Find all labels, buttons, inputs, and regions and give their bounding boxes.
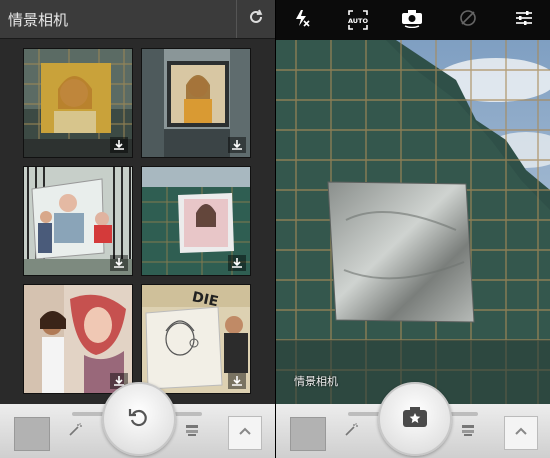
last-photo-thumbnail[interactable] <box>14 417 50 451</box>
undo-icon <box>127 405 151 433</box>
flash-off-icon <box>292 8 312 32</box>
expand-button[interactable] <box>504 416 538 450</box>
rotate-button[interactable] <box>456 8 480 32</box>
template-tile-2[interactable] <box>141 48 251 158</box>
download-button[interactable] <box>228 255 246 271</box>
layers-icon <box>185 422 199 441</box>
settings-button[interactable] <box>512 8 536 32</box>
template-tile-5[interactable] <box>23 284 133 394</box>
template-grid: DIE <box>0 39 275 410</box>
template-tile-3[interactable] <box>23 166 133 276</box>
camera-toolbar: AUTO <box>276 0 550 40</box>
rotate-disabled-icon <box>458 8 478 32</box>
header-bar: 情景相机 <box>0 0 275 39</box>
auto-focus-icon: AUTO <box>348 10 369 30</box>
shutter-button[interactable] <box>378 382 452 456</box>
template-tile-1[interactable] <box>23 48 133 158</box>
camera-switch-icon <box>401 8 423 32</box>
download-button[interactable] <box>110 255 128 271</box>
app-title: 情景相机 <box>8 11 69 29</box>
chevron-up-icon <box>513 423 529 443</box>
template-tile-6[interactable]: DIE <box>141 284 251 394</box>
undo-button[interactable] <box>102 382 176 456</box>
scene-watermark: 情景相机 <box>294 375 338 388</box>
refresh-icon <box>247 8 265 30</box>
camera-viewfinder[interactable]: 情景相机 <box>276 40 550 404</box>
gallery-thumbnail[interactable] <box>290 417 326 451</box>
star-camera-icon <box>402 406 428 432</box>
viewfinder-scene <box>276 40 550 404</box>
right-bottom-bar <box>276 382 550 458</box>
switch-camera-button[interactable] <box>400 8 424 32</box>
download-icon <box>231 372 243 391</box>
chevron-up-icon <box>237 423 253 443</box>
download-button[interactable] <box>110 137 128 153</box>
download-button[interactable] <box>228 137 246 153</box>
download-icon <box>231 136 243 155</box>
download-icon <box>113 254 125 273</box>
sliders-icon <box>514 8 534 32</box>
flash-button[interactable] <box>290 8 314 32</box>
refresh-button[interactable] <box>236 0 275 38</box>
layers-icon <box>461 422 475 441</box>
download-button[interactable] <box>228 373 246 389</box>
magic-wand-icon <box>68 422 82 441</box>
left-bottom-bar <box>0 382 275 458</box>
gallery-panel: 情景相机 DIE <box>0 0 275 458</box>
auto-mode-button[interactable]: AUTO <box>346 8 370 32</box>
download-icon <box>113 136 125 155</box>
template-tile-4[interactable] <box>141 166 251 276</box>
expand-button[interactable] <box>228 416 262 450</box>
download-icon <box>231 254 243 273</box>
camera-panel: AUTO 情景相机 <box>276 0 550 458</box>
auto-label: AUTO <box>348 17 369 25</box>
magic-wand-icon <box>344 422 358 441</box>
